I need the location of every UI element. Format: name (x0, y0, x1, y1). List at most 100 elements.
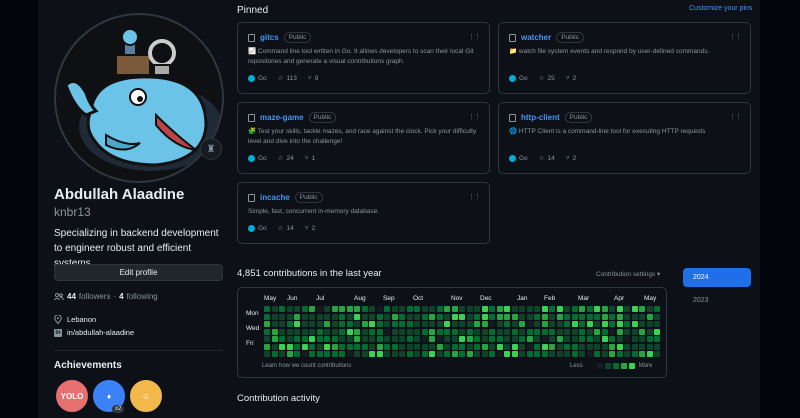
contribution-cell[interactable] (459, 321, 465, 327)
contribution-cell[interactable] (459, 306, 465, 312)
contribution-cell[interactable] (459, 351, 465, 357)
contribution-cell[interactable] (286, 313, 293, 320)
contribution-cell[interactable] (481, 336, 488, 342)
contribution-cell[interactable] (526, 306, 533, 312)
contribution-cell[interactable] (609, 343, 615, 350)
contribution-cell[interactable] (556, 321, 563, 327)
contribution-cell[interactable] (489, 351, 495, 357)
fork-count[interactable]: 2 (573, 155, 577, 162)
contribution-cell[interactable] (511, 321, 518, 327)
contribution-cell[interactable] (616, 351, 623, 357)
contribution-cell[interactable] (429, 336, 435, 342)
contribution-cell[interactable] (601, 336, 608, 342)
contribution-cell[interactable] (496, 306, 503, 312)
contribution-cell[interactable] (264, 343, 270, 350)
contribution-cell[interactable] (339, 328, 345, 335)
contribution-cell[interactable] (654, 336, 660, 342)
contribution-cell[interactable] (534, 351, 540, 357)
contribution-cell[interactable] (504, 328, 510, 335)
contribution-cell[interactable] (639, 321, 645, 327)
repo-forks[interactable]: ⑂ 2 (566, 75, 577, 82)
contribution-cell[interactable] (519, 321, 525, 327)
grabber-icon[interactable]: ⋮⋮ (468, 33, 481, 41)
contribution-settings-dropdown[interactable]: Contribution settings ▾ (596, 270, 660, 278)
contribution-cell[interactable] (286, 351, 293, 357)
followers-label[interactable]: followers (79, 292, 111, 301)
contribution-cell[interactable] (309, 313, 315, 320)
contribution-cell[interactable] (444, 306, 450, 312)
contribution-cell[interactable] (639, 328, 645, 335)
contribution-cell[interactable] (309, 328, 315, 335)
contribution-cell[interactable] (264, 306, 270, 312)
contribution-cell[interactable] (459, 313, 465, 320)
contribution-cell[interactable] (511, 336, 518, 342)
contribution-cell[interactable] (571, 351, 578, 357)
contribution-cell[interactable] (391, 321, 398, 327)
contribution-cell[interactable] (526, 321, 533, 327)
contribution-cell[interactable] (616, 343, 623, 350)
contribution-cell[interactable] (286, 321, 293, 327)
contribution-cell[interactable] (376, 336, 383, 342)
contribution-cell[interactable] (609, 306, 615, 312)
contribution-cell[interactable] (571, 313, 578, 320)
contribution-cell[interactable] (369, 351, 375, 357)
contribution-cell[interactable] (369, 321, 375, 327)
contribution-cell[interactable] (526, 336, 533, 342)
contribution-cell[interactable] (391, 351, 398, 357)
star-count[interactable]: 24 (287, 155, 294, 162)
contribution-cell[interactable] (354, 343, 360, 350)
contribution-cell[interactable] (421, 313, 428, 320)
contribution-cell[interactable] (481, 328, 488, 335)
contribution-cell[interactable] (301, 351, 308, 357)
contribution-cell[interactable] (496, 321, 503, 327)
contribution-cell[interactable] (271, 313, 278, 320)
contribution-cell[interactable] (564, 306, 570, 312)
contribution-cell[interactable] (549, 351, 555, 357)
contribution-cell[interactable] (406, 328, 413, 335)
contribution-cell[interactable] (346, 321, 353, 327)
contribution-cell[interactable] (654, 328, 660, 335)
contribution-cell[interactable] (564, 351, 570, 357)
contribution-cell[interactable] (414, 343, 420, 350)
contribution-cell[interactable] (459, 336, 465, 342)
contribution-cell[interactable] (646, 351, 653, 357)
contribution-cell[interactable] (616, 328, 623, 335)
contribution-cell[interactable] (489, 328, 495, 335)
contribution-cell[interactable] (264, 336, 270, 342)
contribution-cell[interactable] (549, 343, 555, 350)
contribution-cell[interactable] (286, 343, 293, 350)
contribution-cell[interactable] (541, 321, 548, 327)
contribution-cell[interactable] (331, 321, 338, 327)
starstruck-badge[interactable]: ☺ (128, 378, 164, 414)
contribution-cell[interactable] (346, 343, 353, 350)
contribution-cell[interactable] (264, 321, 270, 327)
avatar[interactable] (54, 13, 224, 183)
contribution-cell[interactable] (594, 351, 600, 357)
contribution-cell[interactable] (474, 313, 480, 320)
contribution-cell[interactable] (631, 328, 638, 335)
star-count[interactable]: 14 (287, 225, 294, 232)
contribution-cell[interactable] (639, 343, 645, 350)
linkedin-row[interactable]: in in/abdullah-alaadine (54, 328, 134, 337)
contribution-cell[interactable] (406, 351, 413, 357)
contribution-cell[interactable] (519, 313, 525, 320)
contribution-cell[interactable] (346, 328, 353, 335)
contribution-cell[interactable] (384, 343, 390, 350)
contribution-cell[interactable] (586, 313, 593, 320)
contribution-cell[interactable] (331, 328, 338, 335)
edit-profile-button[interactable]: Edit profile (54, 264, 223, 281)
contribution-cell[interactable] (279, 328, 285, 335)
contribution-cell[interactable] (384, 336, 390, 342)
contribution-cell[interactable] (294, 306, 300, 312)
contribution-cell[interactable] (639, 336, 645, 342)
contribution-cell[interactable] (616, 306, 623, 312)
contribution-cell[interactable] (624, 336, 630, 342)
contribution-cell[interactable] (624, 328, 630, 335)
contribution-cell[interactable] (511, 343, 518, 350)
contribution-cell[interactable] (421, 351, 428, 357)
contribution-cell[interactable] (346, 351, 353, 357)
contribution-cell[interactable] (631, 313, 638, 320)
contribution-cell[interactable] (639, 351, 645, 357)
contribution-cell[interactable] (339, 313, 345, 320)
contribution-cell[interactable] (609, 351, 615, 357)
